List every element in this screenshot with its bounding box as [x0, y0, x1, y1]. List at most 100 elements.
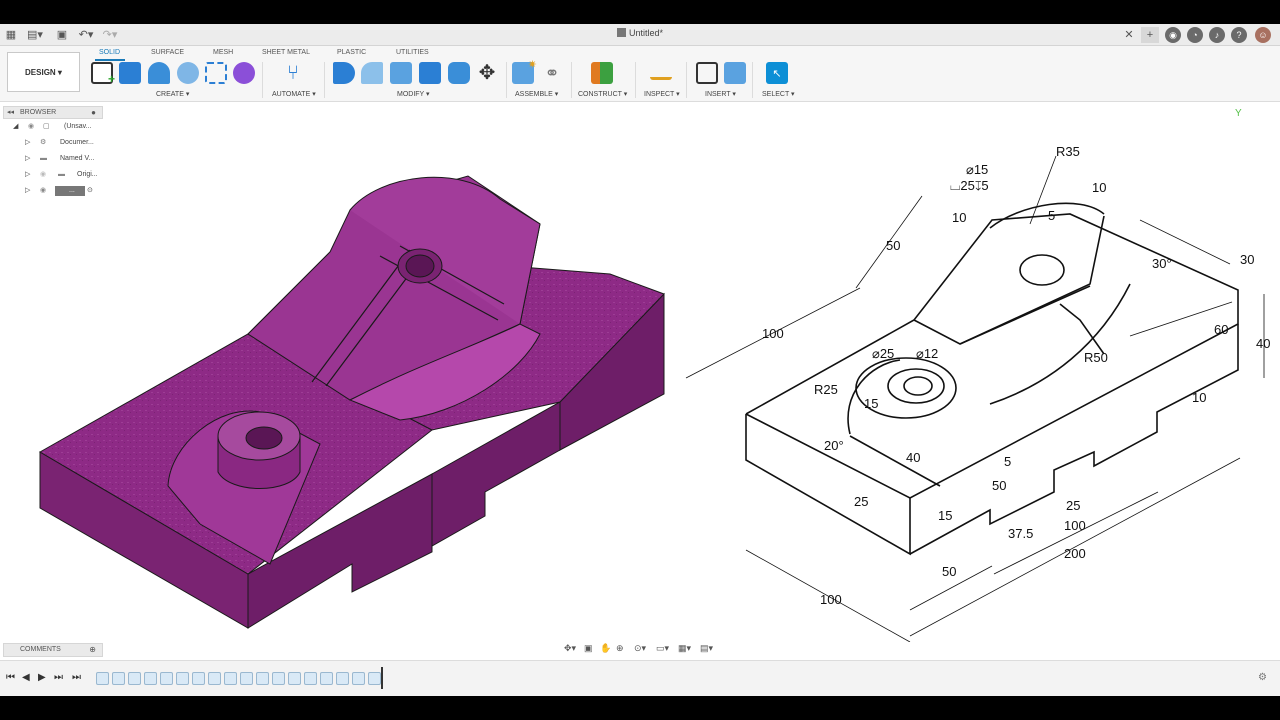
select-icon[interactable]: ↖ [766, 62, 788, 84]
timeline-feature[interactable] [176, 672, 189, 685]
separator [262, 62, 263, 98]
timeline-feature[interactable] [304, 672, 317, 685]
extrude-icon[interactable] [119, 62, 141, 84]
title-bar: ▦ ▤▾ ▣ ↶▾ ↷▾ Untitled* ✕ + ◉ ◔ ♪ ? ☺ [0, 24, 1280, 46]
timeline-feature[interactable] [192, 672, 205, 685]
group-insert[interactable]: INSERT ▾ [705, 90, 736, 98]
pattern-icon[interactable] [205, 62, 227, 84]
timeline-feature[interactable] [288, 672, 301, 685]
dim-10c: 10 [1192, 390, 1206, 405]
canvas-viewport[interactable]: R35 ⌀15 ⌴25↧5 10 5 10 50 30° 30 60 40 10… [0, 102, 1280, 642]
canvas-icon[interactable] [724, 62, 746, 84]
separator [752, 62, 753, 98]
group-automate[interactable]: AUTOMATE ▾ [272, 90, 316, 98]
separator [324, 62, 325, 98]
combine-icon[interactable] [448, 62, 470, 84]
dim-40a: 40 [1256, 336, 1270, 351]
timeline-feature[interactable] [320, 672, 333, 685]
go-to-end-icon[interactable]: ⏭ [72, 672, 81, 683]
user-avatar[interactable]: ☺ [1255, 27, 1271, 43]
press-pull-icon[interactable] [333, 62, 355, 84]
grid-settings-icon[interactable]: ▦▾ [678, 643, 691, 654]
timeline-feature[interactable] [160, 672, 173, 685]
pan-icon[interactable]: ✋ [600, 643, 611, 654]
timeline-feature[interactable] [96, 672, 109, 685]
timeline-feature[interactable] [112, 672, 125, 685]
fusion-window: ▦ ▤▾ ▣ ↶▾ ↷▾ Untitled* ✕ + ◉ ◔ ♪ ? ☺ DES… [0, 24, 1280, 696]
dim-5a: 5 [1048, 208, 1055, 223]
tab-mesh[interactable]: MESH [213, 49, 233, 56]
create-sketch-icon[interactable]: + [91, 62, 115, 86]
document-title[interactable]: Untitled* [0, 28, 1280, 38]
timeline-feature[interactable] [144, 672, 157, 685]
help-icon[interactable]: ? [1231, 27, 1247, 43]
group-assemble[interactable]: ASSEMBLE ▾ [515, 90, 558, 98]
dim-100a: 100 [762, 326, 784, 341]
add-comment-icon[interactable]: ⊕ [89, 644, 96, 656]
dim-10a: 10 [952, 210, 966, 225]
measure-icon[interactable] [650, 66, 672, 80]
timeline-feature[interactable] [208, 672, 221, 685]
zoom-icon[interactable]: ⊕ [616, 643, 624, 654]
hole-icon[interactable] [177, 62, 199, 84]
look-at-icon[interactable]: ▣ [584, 643, 593, 654]
group-select[interactable]: SELECT ▾ [762, 90, 795, 98]
timeline-feature[interactable] [352, 672, 365, 685]
shell-icon[interactable] [419, 62, 441, 84]
go-to-start-icon[interactable]: ⏮ [6, 672, 15, 683]
step-back-icon[interactable]: ◀ [22, 672, 30, 683]
move-icon[interactable]: ✥ [476, 62, 498, 84]
step-forward-icon[interactable]: ⏭ [54, 672, 63, 683]
fit-icon[interactable]: ⊙▾ [634, 643, 646, 654]
timeline: ⏮ ◀ ▶ ⏭ ⏭ ⚙ [0, 660, 1280, 696]
dim-15b: 15 [938, 508, 952, 523]
dim-r25: R25 [814, 382, 838, 397]
joint-icon[interactable]: ⚭ [541, 62, 563, 84]
viewports-icon[interactable]: ▤▾ [700, 643, 713, 654]
navigation-bar: ✥▾ ▣ ✋ ⊕ ⊙▾ ▭▾ ▦▾ ▤▾ [560, 643, 720, 657]
dim-37-5: 37.5 [1008, 526, 1033, 541]
chamfer-icon[interactable] [390, 62, 412, 84]
form-icon[interactable] [233, 62, 255, 84]
insert-derive-icon[interactable] [696, 62, 718, 84]
offset-plane-icon[interactable] [591, 62, 613, 84]
group-create[interactable]: CREATE ▾ [156, 90, 189, 98]
tab-surface[interactable]: SURFACE [151, 49, 184, 56]
tab-sheet-metal[interactable]: SHEET METAL [262, 49, 310, 56]
job-status-icon[interactable]: ◔ [1187, 27, 1203, 43]
comments-panel[interactable]: COMMENTS ⊕ [3, 643, 103, 657]
new-tab-icon[interactable]: + [1141, 27, 1159, 43]
play-icon[interactable]: ▶ [38, 672, 46, 683]
tab-solid[interactable]: SOLID [99, 49, 120, 56]
automate-icon[interactable]: ⑂ [282, 62, 304, 84]
new-component-icon[interactable]: ✷ [512, 59, 537, 84]
timeline-feature[interactable] [128, 672, 141, 685]
separator [571, 62, 572, 98]
active-tab-indicator [95, 59, 125, 61]
revolve-icon[interactable] [148, 62, 170, 84]
orbit-icon[interactable]: ✥▾ [564, 643, 576, 654]
display-settings-icon[interactable]: ▭▾ [656, 643, 669, 654]
group-inspect[interactable]: INSPECT ▾ [644, 90, 680, 98]
timeline-feature[interactable] [224, 672, 237, 685]
workspace-switcher[interactable]: DESIGN ▾ [7, 52, 80, 92]
timeline-feature[interactable] [336, 672, 349, 685]
notifications-icon[interactable]: ♪ [1209, 27, 1225, 43]
group-construct[interactable]: CONSTRUCT ▾ [578, 90, 627, 98]
tab-plastic[interactable]: PLASTIC [337, 49, 366, 56]
timeline-feature[interactable] [272, 672, 285, 685]
dim-30deg: 30° [1152, 256, 1172, 271]
dim-50a: 50 [886, 238, 900, 253]
tab-utilities[interactable]: UTILITIES [396, 49, 429, 56]
purple-3d-model[interactable] [38, 175, 665, 629]
timeline-settings-icon[interactable]: ⚙ [1258, 672, 1267, 683]
close-tab-icon[interactable]: ✕ [1121, 27, 1137, 43]
fillet-icon[interactable] [361, 62, 383, 84]
dim-dia15: ⌀15 [966, 162, 988, 177]
timeline-feature[interactable] [240, 672, 253, 685]
timeline-feature[interactable] [256, 672, 269, 685]
group-modify[interactable]: MODIFY ▾ [397, 90, 430, 98]
online-icon[interactable]: ◉ [1165, 27, 1181, 43]
timeline-feature[interactable] [368, 672, 381, 685]
timeline-marker[interactable] [381, 667, 383, 689]
